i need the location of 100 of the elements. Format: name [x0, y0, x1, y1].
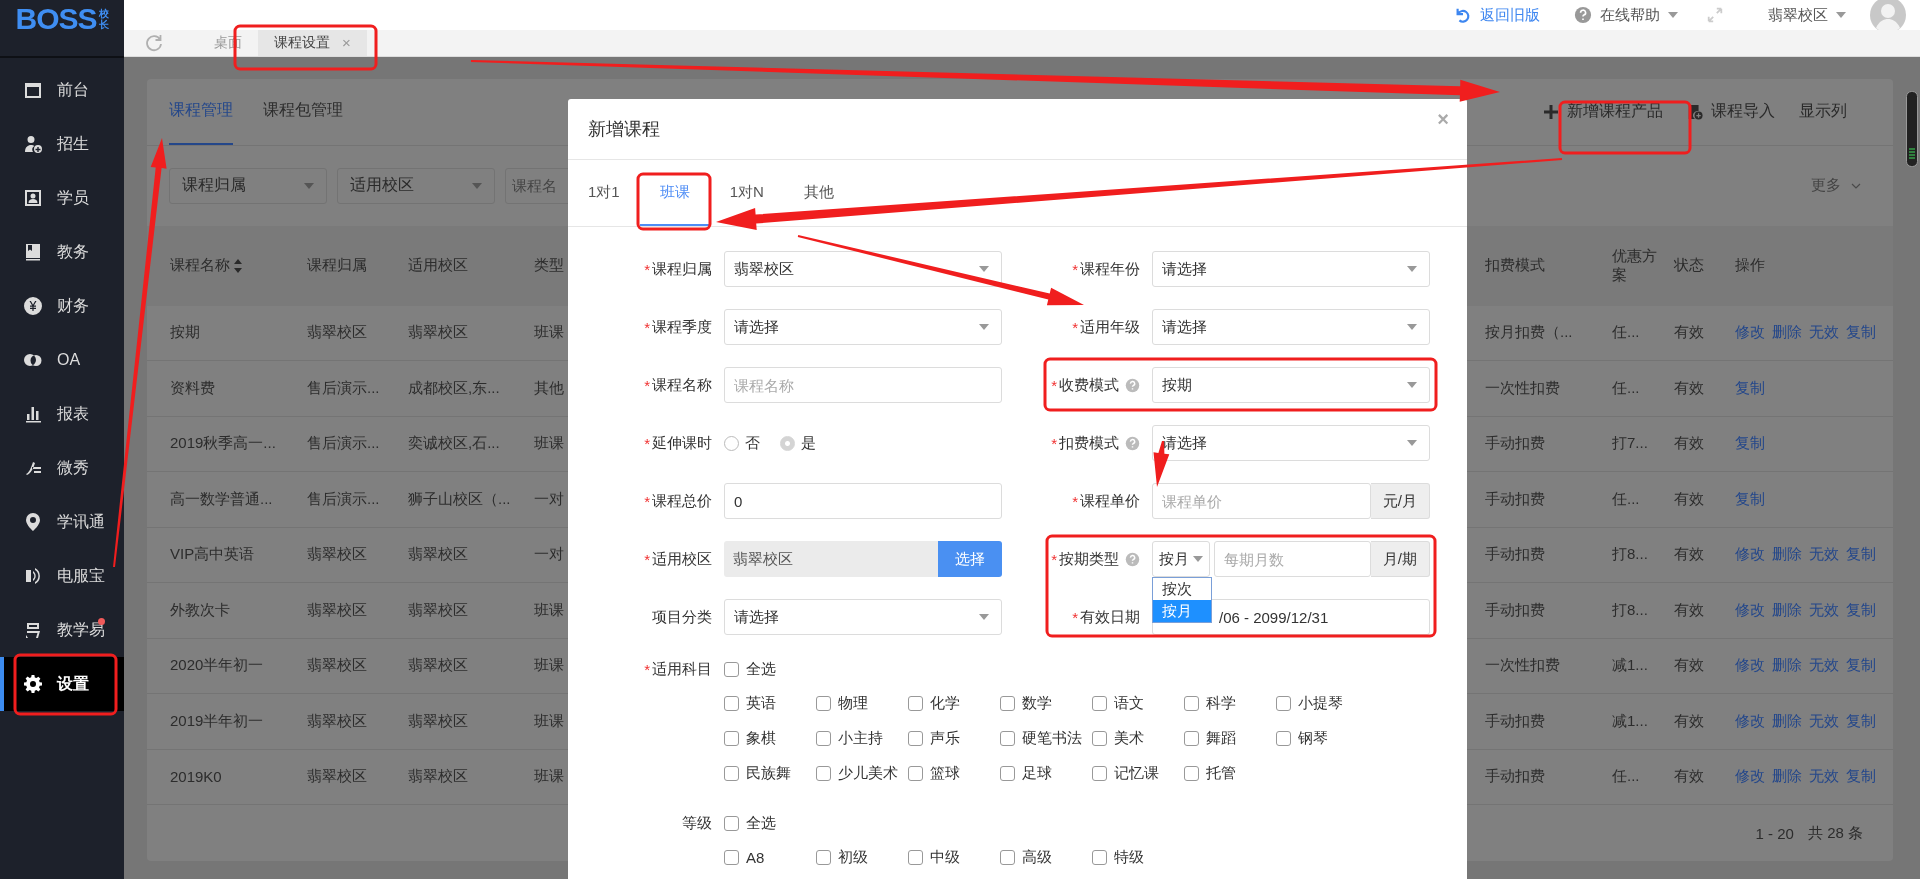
required-mark: * — [1072, 318, 1078, 336]
page-range: 1 - 20 — [1755, 824, 1794, 842]
unit-addon: 月/期 — [1370, 541, 1430, 577]
table-cell: 翡翠校区 — [408, 600, 468, 618]
table-cell: 手动扣费 — [1485, 489, 1545, 507]
campus-field: 翡翠校区 — [724, 541, 938, 577]
field-label: 适用校区 — [652, 549, 712, 569]
checkbox-label: 少儿美术 — [838, 763, 898, 783]
checkbox-label: 小主持 — [838, 728, 883, 748]
checkbox-label: 足球 — [1022, 763, 1052, 783]
logo-caption: 校长 — [98, 8, 109, 30]
column-header: 课程名称 — [170, 256, 230, 275]
checkbox-label: 篮球 — [930, 763, 960, 783]
table-cell: 减1... — [1612, 656, 1648, 674]
checkbox-label: 美术 — [1114, 728, 1144, 748]
table-cell: 班课 — [534, 434, 564, 452]
required-mark: * — [1051, 434, 1057, 452]
table-cell: 手动扣费 — [1485, 600, 1545, 618]
table-cell: 班课 — [534, 656, 564, 674]
field-label: 课程总价 — [652, 491, 712, 511]
field-label: 课程名称 — [652, 375, 712, 395]
table-cell: 按期 — [170, 323, 200, 341]
column-header: 状态 — [1674, 256, 1704, 275]
table-cell: 翡翠校区 — [408, 545, 468, 563]
field-label: 适用科目 — [652, 659, 712, 679]
table-cell: 任... — [1612, 767, 1640, 785]
table-cell: 狮子山校区（... — [408, 489, 511, 507]
checkbox-label: 语文 — [1114, 693, 1144, 713]
field-label: 延伸课时 — [652, 433, 712, 453]
checkbox-label: 象棋 — [746, 728, 776, 748]
checkbox-label: A8 — [746, 848, 765, 866]
table-cell: 任... — [1612, 378, 1640, 396]
radio-label: 是 — [801, 433, 816, 453]
table-cell: 有效 — [1674, 378, 1704, 396]
table-cell: 翡翠校区 — [307, 767, 367, 785]
checkbox-label: 全选 — [746, 813, 776, 833]
column-header: 操作 — [1735, 256, 1765, 275]
table-cell: 翡翠校区 — [408, 711, 468, 729]
checkbox-label: 钢琴 — [1298, 728, 1328, 748]
checkbox-label: 舞蹈 — [1206, 728, 1236, 748]
table-cell: 高一数学普通... — [170, 489, 273, 507]
table-cell: 其他 — [534, 378, 564, 396]
checkbox-label: 英语 — [746, 693, 776, 713]
table-cell: 翡翠校区 — [307, 656, 367, 674]
checkbox-label: 科学 — [1206, 693, 1236, 713]
table-cell: 班课 — [534, 767, 564, 785]
table-cell: 有效 — [1674, 434, 1704, 452]
dialog-title: 新增课程 — [588, 118, 660, 141]
required-mark: * — [1051, 376, 1057, 394]
checkbox-label: 数学 — [1022, 693, 1052, 713]
column-header: 扣费模式 — [1485, 256, 1545, 275]
table-cell: 翡翠校区 — [408, 656, 468, 674]
checkbox-label: 记忆课 — [1114, 763, 1159, 783]
table-cell: 2019秋季高一... — [170, 434, 276, 452]
required-mark: * — [1072, 260, 1078, 278]
field-label: 课程归属 — [652, 259, 712, 279]
table-cell: VIP高中英语 — [170, 545, 255, 563]
table-cell: 翡翠校区 — [307, 545, 367, 563]
table-cell: 减1... — [1612, 711, 1648, 729]
table-cell: 翡翠校区 — [408, 767, 468, 785]
logo: BOSS — [15, 2, 97, 36]
table-cell: 有效 — [1674, 323, 1704, 341]
column-header: 适用校区 — [408, 256, 468, 275]
field-label: 收费模式 — [1059, 375, 1119, 395]
table-cell: 售后演示... — [307, 434, 380, 452]
required-mark: * — [1072, 608, 1078, 626]
table-cell: 外教次卡 — [170, 600, 230, 618]
table-cell: 一次性扣费 — [1485, 378, 1560, 396]
unit-addon: 元/月 — [1370, 483, 1430, 519]
table-cell: 翡翠校区 — [408, 323, 468, 341]
table-cell: 翡翠校区 — [307, 323, 367, 341]
table-cell: 翡翠校区 — [307, 600, 367, 618]
table-cell: 成都校区,东... — [408, 378, 500, 396]
table-cell: 售后演示... — [307, 489, 380, 507]
table-cell: 有效 — [1674, 489, 1704, 507]
table-cell: 手动扣费 — [1485, 434, 1545, 452]
required-mark: * — [644, 550, 650, 568]
table-cell: 有效 — [1674, 767, 1704, 785]
checkbox-label: 高级 — [1022, 847, 1052, 867]
table-cell: 一对 — [534, 545, 564, 563]
table-cell: 班课 — [534, 600, 564, 618]
table-cell: 资料费 — [170, 378, 215, 396]
table-cell: 班课 — [534, 323, 564, 341]
required-mark: * — [644, 318, 650, 336]
table-cell: 一次性扣费 — [1485, 656, 1560, 674]
checkbox-label: 托管 — [1206, 763, 1236, 783]
field-label: 扣费模式 — [1059, 433, 1119, 453]
field-label: 等级 — [682, 813, 712, 833]
table-cell: 有效 — [1674, 545, 1704, 563]
checkbox-label: 硬笔书法 — [1022, 728, 1082, 748]
field-label: 课程单价 — [1080, 491, 1140, 511]
table-cell: 打8... — [1612, 600, 1648, 618]
checkbox-label: 声乐 — [930, 728, 960, 748]
required-mark: * — [1072, 492, 1078, 510]
required-mark: * — [644, 434, 650, 452]
field-label: 课程年份 — [1080, 259, 1140, 279]
table-cell: 2019K0 — [170, 768, 222, 786]
column-header: 类型 — [534, 256, 564, 275]
table-cell: 任... — [1612, 489, 1640, 507]
table-cell: 翡翠校区 — [307, 711, 367, 729]
